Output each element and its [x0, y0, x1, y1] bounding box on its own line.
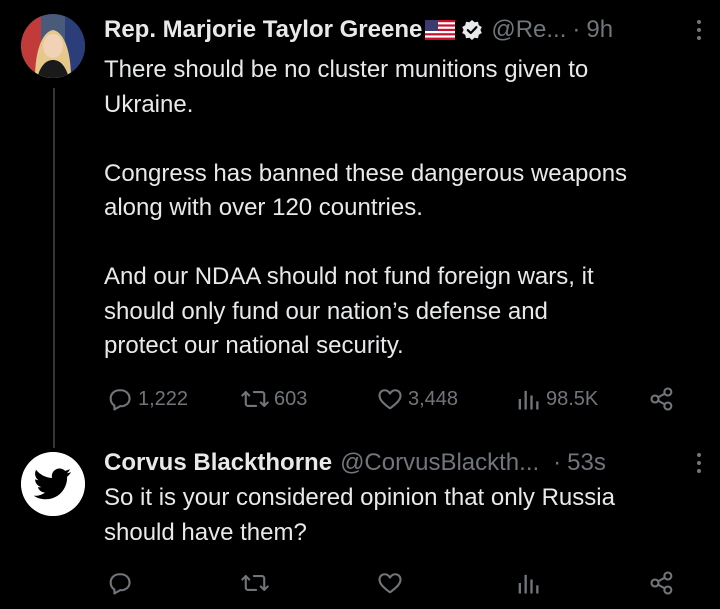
views-button[interactable]: 98.5K [514, 382, 598, 416]
separator-dot: · [572, 16, 581, 43]
reply-icon [109, 389, 131, 411]
author-handle[interactable]: @CorvusBlackth... [340, 448, 539, 478]
tweet-time[interactable]: 53s [567, 448, 606, 478]
tweet-corvus[interactable]: Corvus Blackthorne @CorvusBlackth... · 5… [104, 448, 702, 550]
tweet-paragraph: There should be no cluster munitions giv… [104, 56, 589, 118]
like-count: 3,448 [408, 387, 459, 410]
retweet-icon [241, 575, 269, 591]
heart-icon [378, 573, 402, 594]
avatar-corvus[interactable] [21, 452, 85, 516]
reply-button[interactable]: 1,222 [106, 382, 188, 416]
share-button[interactable] [648, 566, 676, 600]
views-count: 98.5K [546, 387, 599, 410]
retweet-icon [241, 391, 269, 407]
tweet-actions-bar: 1,222 603 3,448 98.5K [104, 382, 684, 416]
heart-icon [378, 389, 402, 410]
retweet-count: 603 [274, 387, 308, 410]
reply-icon [109, 573, 131, 595]
author-handle[interactable]: @Re... [491, 15, 566, 45]
reply-count: 1,222 [138, 387, 189, 410]
tweet-paragraph: And our NDAA should not fund foreign war… [104, 263, 594, 359]
like-button[interactable] [376, 566, 404, 600]
tweet-header: Rep. Marjorie Taylor Greene @Re... · 9h [104, 15, 702, 45]
views-button[interactable] [514, 566, 542, 600]
tweet-body: So it is your considered opinion that on… [104, 481, 702, 550]
tweet-body: There should be no cluster munitions giv… [104, 53, 702, 364]
author-name[interactable]: Rep. Marjorie Taylor Greene [104, 15, 422, 45]
views-chart-icon [518, 574, 539, 594]
share-icon [650, 387, 673, 411]
retweet-button[interactable]: 603 [240, 382, 307, 416]
like-button[interactable]: 3,448 [376, 382, 458, 416]
tweet-paragraph: So it is your considered opinion that on… [104, 484, 615, 546]
views-chart-icon [518, 390, 539, 410]
separator-dot: · [553, 449, 562, 476]
author-name[interactable]: Corvus Blackthorne [104, 448, 332, 478]
more-options-icon[interactable] [696, 451, 702, 475]
tweet-paragraph: Congress has banned these dangerous weap… [104, 159, 628, 222]
retweet-button[interactable] [240, 566, 270, 600]
tweet-header: Corvus Blackthorne @CorvusBlackth... · 5… [104, 448, 702, 478]
avatar-mtg[interactable] [21, 14, 85, 78]
tweet-time[interactable]: 9h [586, 15, 613, 45]
tweet-actions-bar [104, 566, 684, 600]
us-flag-icon [425, 20, 456, 40]
reply-button[interactable] [106, 566, 134, 600]
verified-badge-icon[interactable] [461, 19, 483, 41]
twitter-bird-avatar-icon [21, 452, 85, 516]
tweet-mtg[interactable]: Rep. Marjorie Taylor Greene @Re... · 9h … [104, 15, 702, 364]
share-icon [650, 571, 673, 595]
more-options-icon[interactable] [696, 18, 702, 42]
avatar-photo-mtg [21, 14, 85, 78]
share-button[interactable] [648, 382, 676, 416]
thread-connector-line [53, 88, 55, 448]
